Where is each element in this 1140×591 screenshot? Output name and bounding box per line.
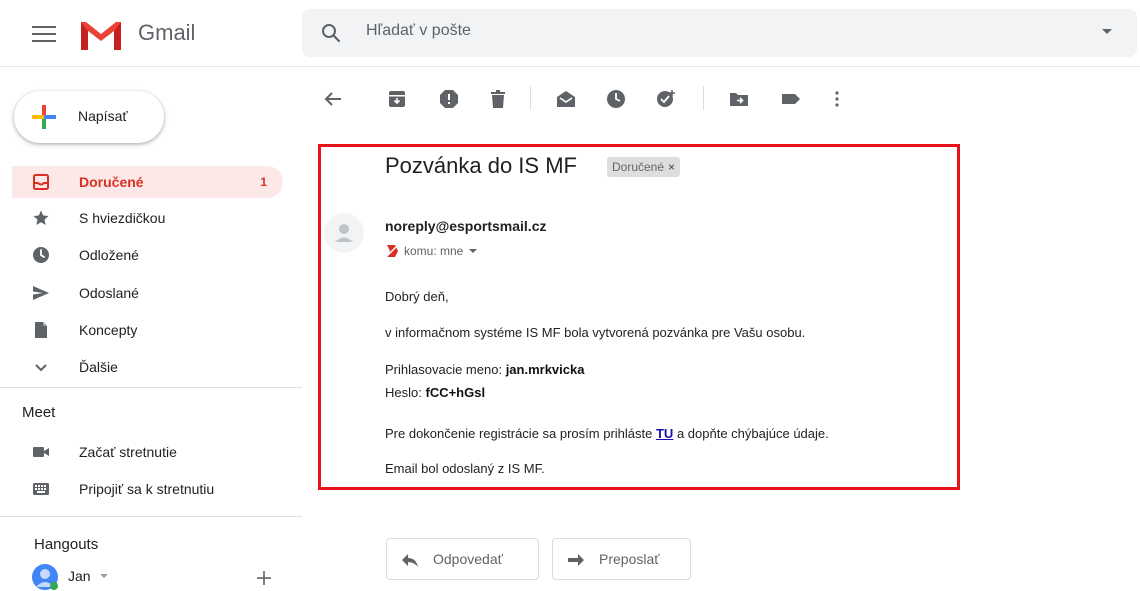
sidebar-item-label: Doručené: [79, 174, 144, 190]
meet-start-meeting[interactable]: Začať stretnutie: [12, 436, 283, 468]
label-chip-text: Doručené: [612, 160, 665, 174]
login-value: jan.mrkvicka: [505, 362, 585, 377]
sidebar-item-inbox[interactable]: Doručené 1: [12, 166, 283, 198]
hangouts-section-title: Hangouts: [34, 536, 99, 553]
compose-button[interactable]: Napísať: [14, 91, 164, 143]
registration-text-before: Pre dokončenie registrácie sa prosím pri…: [385, 426, 653, 441]
email-password-line: Heslo: fCC+hGsl: [385, 385, 485, 400]
meet-section-title: Meet: [22, 404, 56, 421]
sidebar-divider: [0, 387, 302, 388]
search-bar[interactable]: [302, 9, 1137, 57]
search-input[interactable]: [366, 22, 1066, 40]
main-menu-button[interactable]: [30, 22, 58, 46]
more-vertical-icon[interactable]: [826, 88, 848, 110]
sidebar-item-starred[interactable]: S hviezdičkou: [12, 202, 283, 234]
plus-icon: [32, 105, 56, 129]
unread-count-badge: 1: [260, 175, 267, 189]
show-details-caret-icon: [469, 249, 478, 253]
password-value: fCC+hGsl: [425, 385, 486, 400]
add-task-icon[interactable]: [655, 88, 677, 110]
mark-unread-icon[interactable]: [555, 88, 577, 110]
draft-icon: [35, 322, 47, 338]
keyboard-icon: [33, 483, 49, 495]
sidebar-item-snoozed[interactable]: Odložené: [12, 239, 283, 271]
hangouts-user-name: Jan: [68, 568, 91, 584]
important-marker-icon: [385, 244, 399, 258]
forward-button[interactable]: Preposlať: [552, 538, 691, 580]
move-to-folder-icon[interactable]: [728, 88, 750, 110]
sidebar-divider: [0, 516, 302, 517]
toolbar-divider: [703, 86, 704, 110]
recipients-text: komu: mne: [404, 244, 464, 258]
compose-label: Napísať: [78, 108, 128, 124]
search-options-caret-icon[interactable]: [1102, 29, 1112, 34]
report-spam-icon[interactable]: [438, 88, 460, 110]
reply-label: Odpovedať: [433, 551, 503, 567]
reply-icon: [402, 554, 418, 567]
snooze-clock-icon[interactable]: [605, 88, 627, 110]
sidebar-item-label: Odoslané: [79, 285, 139, 301]
sidebar-item-label: S hviezdičkou: [79, 210, 166, 226]
label-icon[interactable]: [780, 88, 802, 110]
meet-join-meeting[interactable]: Pripojiť sa k stretnutiu: [12, 473, 283, 505]
sidebar-item-sent[interactable]: Odoslané: [12, 277, 283, 309]
password-label: Heslo:: [385, 385, 422, 400]
email-subject: Pozvánka do IS MF: [385, 153, 577, 178]
menu-icon-bar: [32, 40, 56, 42]
sidebar-item-more[interactable]: Ďalšie: [12, 351, 283, 383]
back-arrow-icon[interactable]: [322, 88, 344, 110]
clock-icon: [33, 247, 49, 263]
email-login-line: Prihlasovacie meno: jan.mrkvicka: [385, 362, 584, 377]
email-body-line: v informačnom systéme IS MF bola vytvore…: [385, 325, 806, 340]
send-icon: [33, 286, 49, 300]
hangouts-user-status[interactable]: Jan: [30, 562, 230, 590]
menu-icon-bar: [32, 33, 56, 35]
chevron-down-icon: [100, 574, 108, 578]
email-footer: Email bol odoslaný z IS MF.: [385, 461, 545, 476]
forward-icon: [568, 554, 584, 566]
email-greeting: Dobrý deň,: [385, 289, 449, 304]
menu-icon: [32, 26, 56, 28]
email-registration-line: Pre dokončenie registrácie sa prosím pri…: [385, 426, 829, 441]
add-icon[interactable]: [252, 566, 276, 590]
app-name: Gmail: [138, 20, 196, 45]
inbox-label-chip[interactable]: Doručené ×: [607, 157, 681, 177]
login-label: Prihlasovacie meno:: [385, 362, 503, 377]
registration-link[interactable]: TU: [656, 426, 673, 441]
delete-icon[interactable]: [487, 88, 509, 110]
header-divider: [0, 66, 1140, 67]
video-camera-icon: [33, 447, 49, 457]
sidebar-item-label: Ďalšie: [79, 359, 118, 375]
sender-email: noreply@esportsmail.cz: [385, 218, 547, 234]
search-icon[interactable]: [320, 22, 342, 44]
chevron-down-icon: [35, 364, 47, 372]
inbox-icon: [33, 174, 49, 190]
meet-item-label: Pripojiť sa k stretnutiu: [79, 481, 215, 497]
reply-button[interactable]: Odpovedať: [386, 538, 539, 580]
remove-label-icon[interactable]: ×: [668, 160, 675, 174]
meet-item-label: Začať stretnutie: [79, 444, 177, 460]
archive-icon[interactable]: [386, 88, 408, 110]
star-icon: [33, 210, 49, 225]
sender-avatar: [324, 213, 364, 253]
registration-text-after: a dopňte chýbajúce údaje.: [676, 426, 829, 441]
avatar: [32, 564, 58, 590]
gmail-logo-icon[interactable]: [78, 18, 124, 52]
sidebar-item-label: Odložené: [79, 247, 139, 263]
recipients-details[interactable]: komu: mne: [385, 244, 478, 258]
sidebar-item-drafts[interactable]: Koncepty: [12, 314, 283, 346]
forward-label: Preposlať: [599, 551, 660, 567]
sidebar-item-label: Koncepty: [79, 322, 138, 338]
toolbar-divider: [530, 86, 531, 110]
